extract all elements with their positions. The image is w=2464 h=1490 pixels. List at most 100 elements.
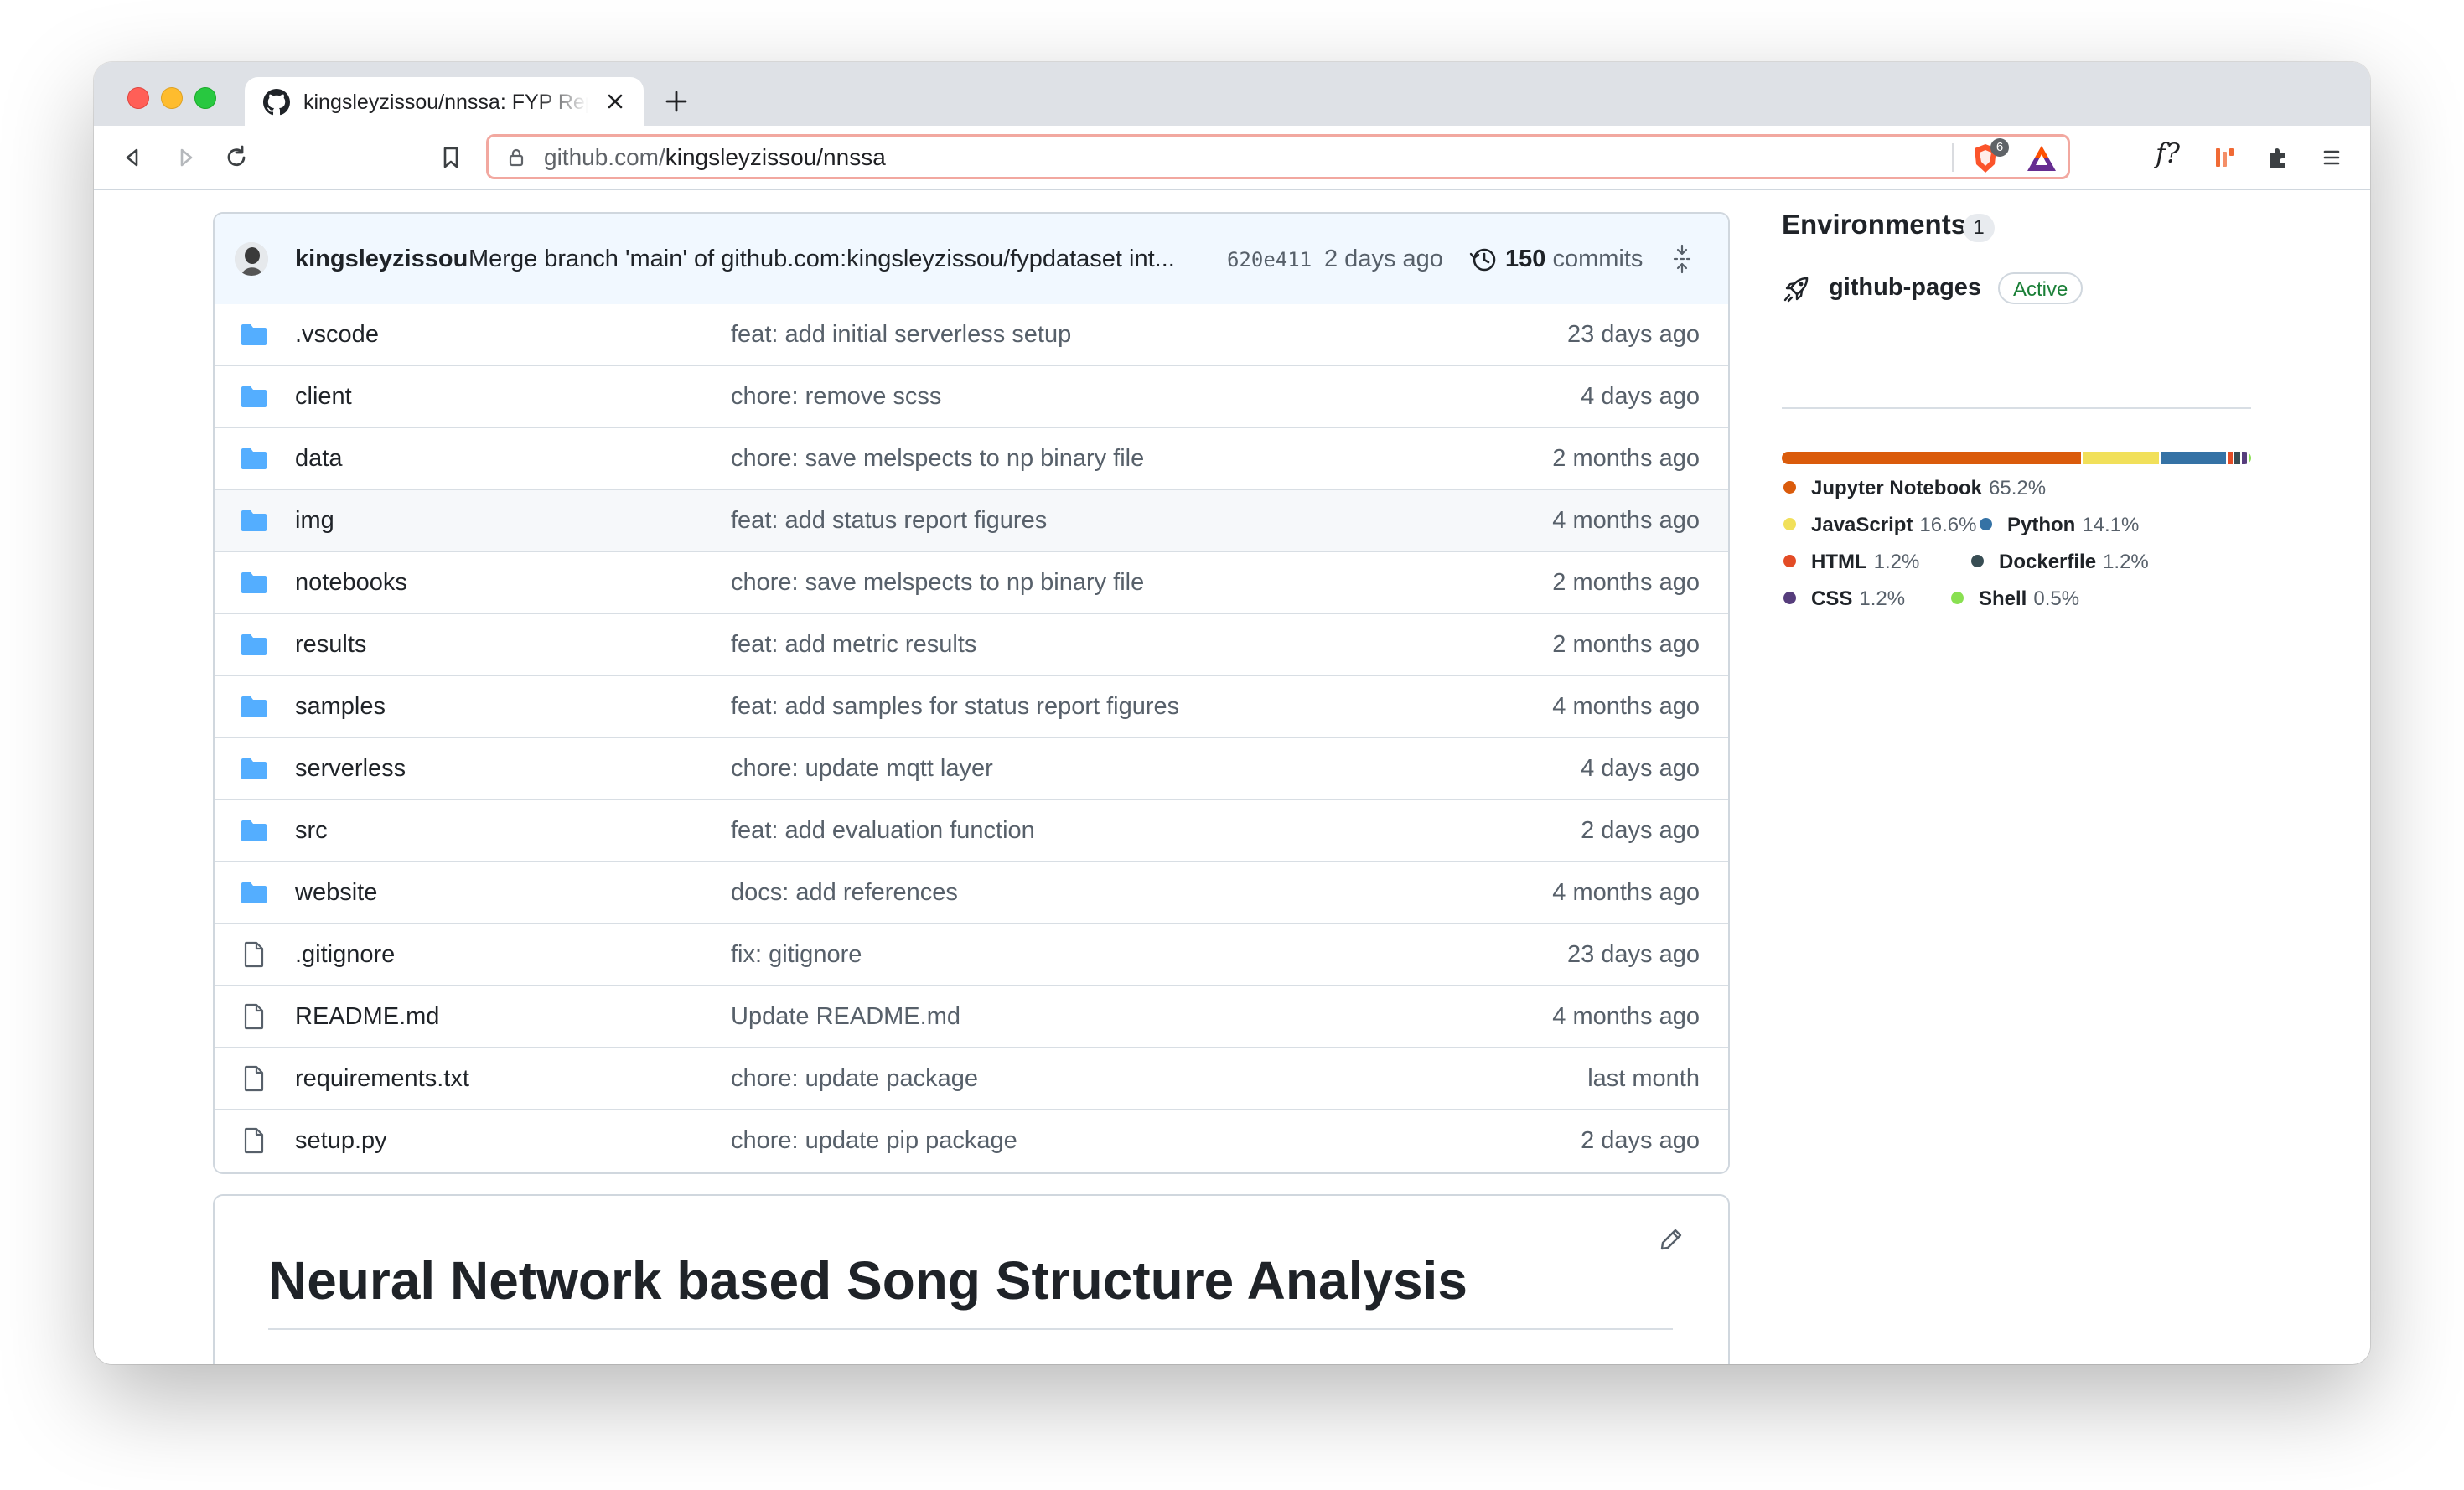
readme-heading: Neural Network based Song Structure Anal… [268, 1250, 1468, 1311]
commits-label: commits [1552, 246, 1644, 272]
language-item[interactable]: Shell 0.5% [1951, 586, 2079, 613]
commit-message-link[interactable]: docs: add references [731, 879, 958, 907]
lock-icon[interactable] [507, 148, 525, 167]
folder-icon [240, 692, 268, 721]
language-item[interactable]: HTML 1.2% [1783, 549, 1919, 576]
file-name-link[interactable]: samples [295, 693, 386, 721]
extensions-puzzle-icon[interactable] [2265, 144, 2291, 171]
file-row[interactable]: client chore: remove scss 4 days ago [215, 366, 1728, 428]
file-row[interactable]: samples feat: add samples for status repo… [215, 676, 1728, 738]
commit-message-link[interactable]: chore: update pip package [731, 1127, 1017, 1155]
language-percent: 1.2% [1873, 551, 1920, 573]
commit-message-link[interactable]: chore: update package [731, 1065, 978, 1093]
commit-message-link[interactable]: chore: save melspects to np binary file [731, 569, 1144, 597]
folder-icon [240, 320, 268, 349]
avatar-image [235, 242, 268, 276]
commit-message-link[interactable]: chore: remove scss [731, 383, 941, 411]
forward-icon[interactable] [173, 144, 199, 171]
file-name-link[interactable]: data [295, 445, 342, 473]
commit-sha-link[interactable]: 620e411 [1227, 248, 1312, 272]
commit-message-link[interactable]: chore: save melspects to np binary file [731, 445, 1144, 473]
language-item[interactable]: Python 14.1% [1980, 512, 2139, 539]
language-name: Dockerfile [1999, 551, 2097, 573]
file-name-link[interactable]: src [295, 817, 328, 845]
pencil-icon[interactable] [1658, 1226, 1685, 1253]
url-host: github.com/ [544, 144, 665, 170]
file-row[interactable]: setup.py chore: update pip package 2 days … [215, 1110, 1728, 1171]
file-name-link[interactable]: .gitignore [295, 941, 395, 969]
file-name-link[interactable]: .vscode [295, 321, 379, 349]
file-row[interactable]: results feat: add metric results 2 months … [215, 614, 1728, 676]
minimize-window-button[interactable] [161, 87, 183, 109]
file-row[interactable]: README.md Update README.md 4 months ago [215, 986, 1728, 1048]
commit-message-link[interactable]: fix: gitignore [731, 941, 862, 969]
folder-icon [240, 506, 268, 535]
formula-extension-icon[interactable]: f? [2156, 137, 2180, 169]
environments-heading-link[interactable]: Environments [1782, 209, 1966, 241]
commit-message-link[interactable]: Update README.md [731, 1003, 960, 1031]
folder-icon [240, 382, 268, 411]
commit-author-link[interactable]: kingsleyzissou [295, 246, 468, 273]
brave-rewards-icon[interactable] [2026, 143, 2058, 173]
url-text[interactable]: github.com/kingsleyzissou/nnssa [544, 143, 886, 172]
language-item[interactable]: JavaScript 16.6% [1783, 512, 1976, 539]
commit-age: 2 months ago [1552, 445, 1700, 472]
reload-icon[interactable] [223, 144, 250, 171]
back-icon[interactable] [119, 144, 146, 171]
environments-count-badge: 1 [1963, 214, 1995, 242]
close-window-button[interactable] [127, 87, 149, 109]
file-name-link[interactable]: results [295, 631, 366, 659]
new-tab-icon[interactable] [664, 89, 689, 114]
language-item[interactable]: Jupyter Notebook 65.2% [1783, 475, 2046, 502]
commit-message-link[interactable]: feat: add samples for status report figu… [731, 693, 1179, 721]
maximize-window-button[interactable] [194, 87, 216, 109]
commit-message-link[interactable]: feat: add initial serverless setup [731, 321, 1071, 349]
file-row[interactable]: src feat: add evaluation function 2 days a… [215, 800, 1728, 862]
browser-tab[interactable]: kingsleyzissou/nnssa: FYP Repository [245, 77, 644, 126]
file-row[interactable]: .gitignore fix: gitignore 23 days ago [215, 924, 1728, 986]
file-name-link[interactable]: requirements.txt [295, 1065, 469, 1093]
file-row[interactable]: img feat: add status report figures 4 mont… [215, 490, 1728, 552]
folder-icon [240, 754, 268, 783]
history-icon[interactable] [1469, 246, 1498, 274]
avatar[interactable] [235, 242, 268, 276]
file-name-link[interactable]: website [295, 879, 377, 907]
language-percent: 14.1% [2082, 514, 2140, 536]
file-row[interactable]: website docs: add references 4 months ago [215, 862, 1728, 924]
bookmark-icon[interactable] [437, 144, 464, 171]
menu-icon[interactable] [2318, 144, 2345, 171]
readme-panel: Neural Network based Song Structure Anal… [213, 1194, 1730, 1364]
language-item[interactable]: Dockerfile 1.2% [1971, 549, 2149, 576]
commit-message-link[interactable]: feat: add status report figures [731, 507, 1047, 535]
file-name-link[interactable]: notebooks [295, 569, 407, 597]
unfold-icon[interactable] [1671, 244, 1693, 274]
language-bar-segment [2234, 452, 2240, 464]
folder-icon [240, 878, 268, 907]
commit-age: 4 months ago [1552, 507, 1700, 534]
commit-message-link[interactable]: Merge branch 'main' of github.com:kingsl… [468, 246, 1175, 273]
close-tab-icon[interactable] [605, 91, 625, 111]
file-row[interactable]: serverless chore: update mqtt layer 4 days… [215, 738, 1728, 800]
bar-extension-icon[interactable] [2211, 144, 2238, 171]
environment-link[interactable]: github-pages [1829, 274, 1981, 302]
language-percent: 16.6% [1919, 514, 1977, 536]
address-bar[interactable]: github.com/kingsleyzissou/nnssa 6 [486, 134, 2070, 179]
file-row[interactable]: notebooks chore: save melspects to np bin… [215, 552, 1728, 614]
commit-message-link[interactable]: chore: update mqtt layer [731, 755, 993, 783]
file-row[interactable]: data chore: save melspects to np binary f… [215, 428, 1728, 490]
tab-bar: kingsleyzissou/nnssa: FYP Repository [94, 62, 2370, 126]
file-name-link[interactable]: README.md [295, 1003, 439, 1031]
file-name-link[interactable]: serverless [295, 755, 406, 783]
file-row[interactable]: .vscode feat: add initial serverless setu… [215, 304, 1728, 366]
file-name-link[interactable]: client [295, 383, 352, 411]
language-color-dot [1951, 592, 1964, 605]
language-item[interactable]: CSS 1.2% [1783, 586, 1905, 613]
commits-count-link[interactable]: 150 commits [1505, 246, 1643, 273]
commit-message-link[interactable]: feat: add metric results [731, 631, 976, 659]
file-name-link[interactable]: setup.py [295, 1127, 387, 1155]
commit-message-link[interactable]: feat: add evaluation function [731, 817, 1035, 845]
file-name-link[interactable]: img [295, 507, 334, 535]
file-row[interactable]: requirements.txt chore: update package las… [215, 1048, 1728, 1110]
language-color-dot [1971, 555, 1984, 568]
file-icon [240, 1126, 268, 1155]
